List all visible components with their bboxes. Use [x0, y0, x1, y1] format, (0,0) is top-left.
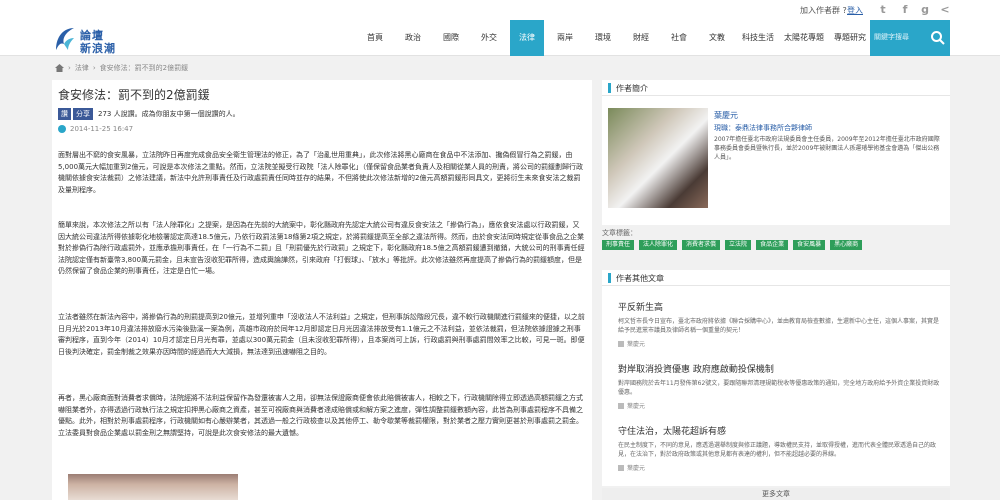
tags-label: 文章標籤：	[602, 229, 637, 237]
nav-research[interactable]: 專題研究	[830, 20, 870, 56]
other-articles-panel: 作者其他文章 平反新生高 柯文哲市長今日宣布，臺北市政府將依據《聯合採購申心》，…	[602, 270, 950, 486]
fb-share-button[interactable]: 分享	[73, 108, 93, 120]
nav-environment[interactable]: 環境	[586, 20, 620, 56]
home-icon[interactable]	[55, 64, 64, 72]
paragraph-1: 面對層出不窮的食安風暴，立法院昨日再度完成食品安全衛生管理法的修正，為了「治亂世…	[58, 151, 583, 194]
tag-item[interactable]: 消費者求償	[682, 240, 721, 250]
tag-item[interactable]: 刑事責任	[602, 240, 635, 250]
nav-sunflower[interactable]: 太陽花專題	[782, 20, 826, 56]
breadcrumb-current: 食安修法：罰不到的2億罰鍰	[99, 64, 189, 72]
other-article-author[interactable]: 葉慶元	[627, 339, 645, 348]
other-article-excerpt: 在民主制度下，不同的意見，應透過選舉制度與修正議題，導致權民支持，並取得授權，進…	[618, 442, 937, 458]
author-panel: 作者簡介 葉慶元 現職：泰鼎法律事務所合夥律師 2007年擔任臺北市政府法規委員…	[602, 80, 950, 225]
date-text: 2014-11-25 16:47	[70, 125, 134, 133]
paragraph-3: 立法者雖然在新法內容中，將摻偽行為的刑罰提高到20億元，並增列重申「沒收法人不法…	[58, 313, 585, 356]
site-logo[interactable]: 論壇 新浪潮	[52, 24, 132, 55]
nav-diplomacy[interactable]: 外交	[472, 20, 506, 56]
nav-politics[interactable]: 政治	[396, 20, 430, 56]
nav-international[interactable]: 國際	[434, 20, 468, 56]
tag-item[interactable]: 法人除罪化	[639, 240, 678, 250]
other-article-title[interactable]: 對岸取消投資優惠 政府應啟動投保機制	[618, 362, 944, 375]
user-icon	[618, 402, 624, 409]
paragraph-4: 再者，黑心廠商面對消費者求償時，法院經將不法利益保留作為發還被害人之用，卻無法保…	[58, 394, 583, 437]
nav-society[interactable]: 社會	[662, 20, 696, 56]
logo-line-2: 新浪潮	[80, 42, 116, 55]
top-bar: 加入作者群 ? 登入 t f g <	[0, 0, 1000, 20]
fb-like-count: 273 人說讚。成為你朋友中第一個說讚的人。	[98, 110, 240, 118]
nav-home[interactable]: 首頁	[358, 20, 392, 56]
other-article-author[interactable]: 葉慶元	[627, 463, 645, 472]
article-panel: 食安修法：罰不到的2億罰鍰 讚 分享 273 人說讚。成為你朋友中第一個說讚的人…	[52, 80, 592, 500]
google-plus-icon[interactable]: g	[918, 3, 932, 17]
nav-law[interactable]: 法律	[510, 20, 544, 56]
author-job: 現職：泰鼎法律事務所合夥律師	[714, 124, 812, 132]
site-header: 論壇 新浪潮 首頁 政治 國際 外交 法律 兩岸 環境 財經 社會 文教 科技生…	[0, 20, 1000, 56]
facebook-bar: 讚 分享 273 人說讚。成為你朋友中第一個說讚的人。	[58, 108, 240, 120]
nav-finance[interactable]: 財經	[624, 20, 658, 56]
list-item: 平反新生高 柯文哲市長今日宣布，臺北市政府將依據《聯合採購申心》，並由教育局檢查…	[618, 300, 944, 348]
paragraph-2: 簡單來說，本次修法之所以有「法人除罪化」之提案，是因為在先前的大統案中，彰化縣政…	[58, 221, 585, 276]
fb-like-button[interactable]: 讚	[58, 108, 71, 120]
clock-icon	[58, 125, 66, 133]
tag-item[interactable]: 立法院	[725, 240, 752, 250]
tag-item[interactable]: 食安風暴	[793, 240, 826, 250]
author-name[interactable]: 葉慶元	[714, 110, 738, 121]
search-icon[interactable]	[930, 30, 946, 46]
breadcrumb-law[interactable]: 法律	[75, 63, 89, 73]
user-icon	[618, 464, 624, 471]
search-placeholder: 關鍵字搜尋	[874, 33, 909, 41]
user-icon	[618, 340, 624, 347]
nav-tech-life[interactable]: 科技生活	[738, 20, 778, 56]
publish-date: 2014-11-25 16:47	[58, 125, 133, 133]
nav-cross-strait[interactable]: 兩岸	[548, 20, 582, 56]
other-article-excerpt: 柯文哲市長今日宣布，臺北市政府將依據《聯合採購申心》，並由教育局檢查數據，生還新…	[618, 318, 940, 334]
list-item: 守住法治，太陽花超訴有感 在民主制度下，不同的意見，應透過選舉制度與修正議題，導…	[618, 424, 944, 472]
tag-list: 刑事責任 法人除罪化 消費者求償 立法院 食品企業 食安風暴 黑心廠商	[602, 240, 867, 250]
other-article-title[interactable]: 守住法治，太陽花超訴有感	[618, 424, 944, 437]
author-bio: 2007年擔任臺北市政府法規委員會主任委員，2009年至2012年擔任臺北市政府…	[714, 136, 940, 161]
more-articles-button[interactable]: 更多文章	[602, 488, 950, 500]
twitter-icon[interactable]: t	[876, 3, 890, 17]
nav-culture[interactable]: 文教	[700, 20, 734, 56]
other-article-title[interactable]: 平反新生高	[618, 300, 944, 313]
facebook-icon[interactable]: f	[898, 3, 912, 17]
author-photo	[608, 108, 708, 208]
other-article-author[interactable]: 葉慶元	[627, 401, 645, 410]
author-heading: 作者簡介	[602, 80, 950, 96]
other-article-excerpt: 對岸國務院於去年11月發佈第62號文，要跟隨聯邦清理規範稅收等優惠政策的通知，完…	[618, 380, 940, 396]
other-articles-heading: 作者其他文章	[602, 270, 950, 286]
tag-item[interactable]: 黑心廠商	[830, 240, 863, 250]
list-item: 對岸取消投資優惠 政府應啟動投保機制 對岸國務院於去年11月發佈第62號文，要跟…	[618, 362, 944, 410]
article-photo	[68, 474, 238, 500]
login-link[interactable]: 登入	[847, 5, 863, 16]
breadcrumb: › 法律 › 食安修法：罰不到的2億罰鍰	[55, 62, 188, 74]
join-author-link[interactable]: 加入作者群 ?	[800, 5, 847, 16]
tag-item[interactable]: 食品企業	[756, 240, 789, 250]
wave-logo-icon	[56, 28, 74, 50]
main-nav: 首頁 政治 國際 外交 法律 兩岸 環境 財經 社會 文教 科技生活 太陽花專題…	[358, 20, 874, 56]
share-icon[interactable]: <	[938, 3, 952, 17]
article-title: 食安修法：罰不到的2億罰鍰	[58, 88, 210, 102]
